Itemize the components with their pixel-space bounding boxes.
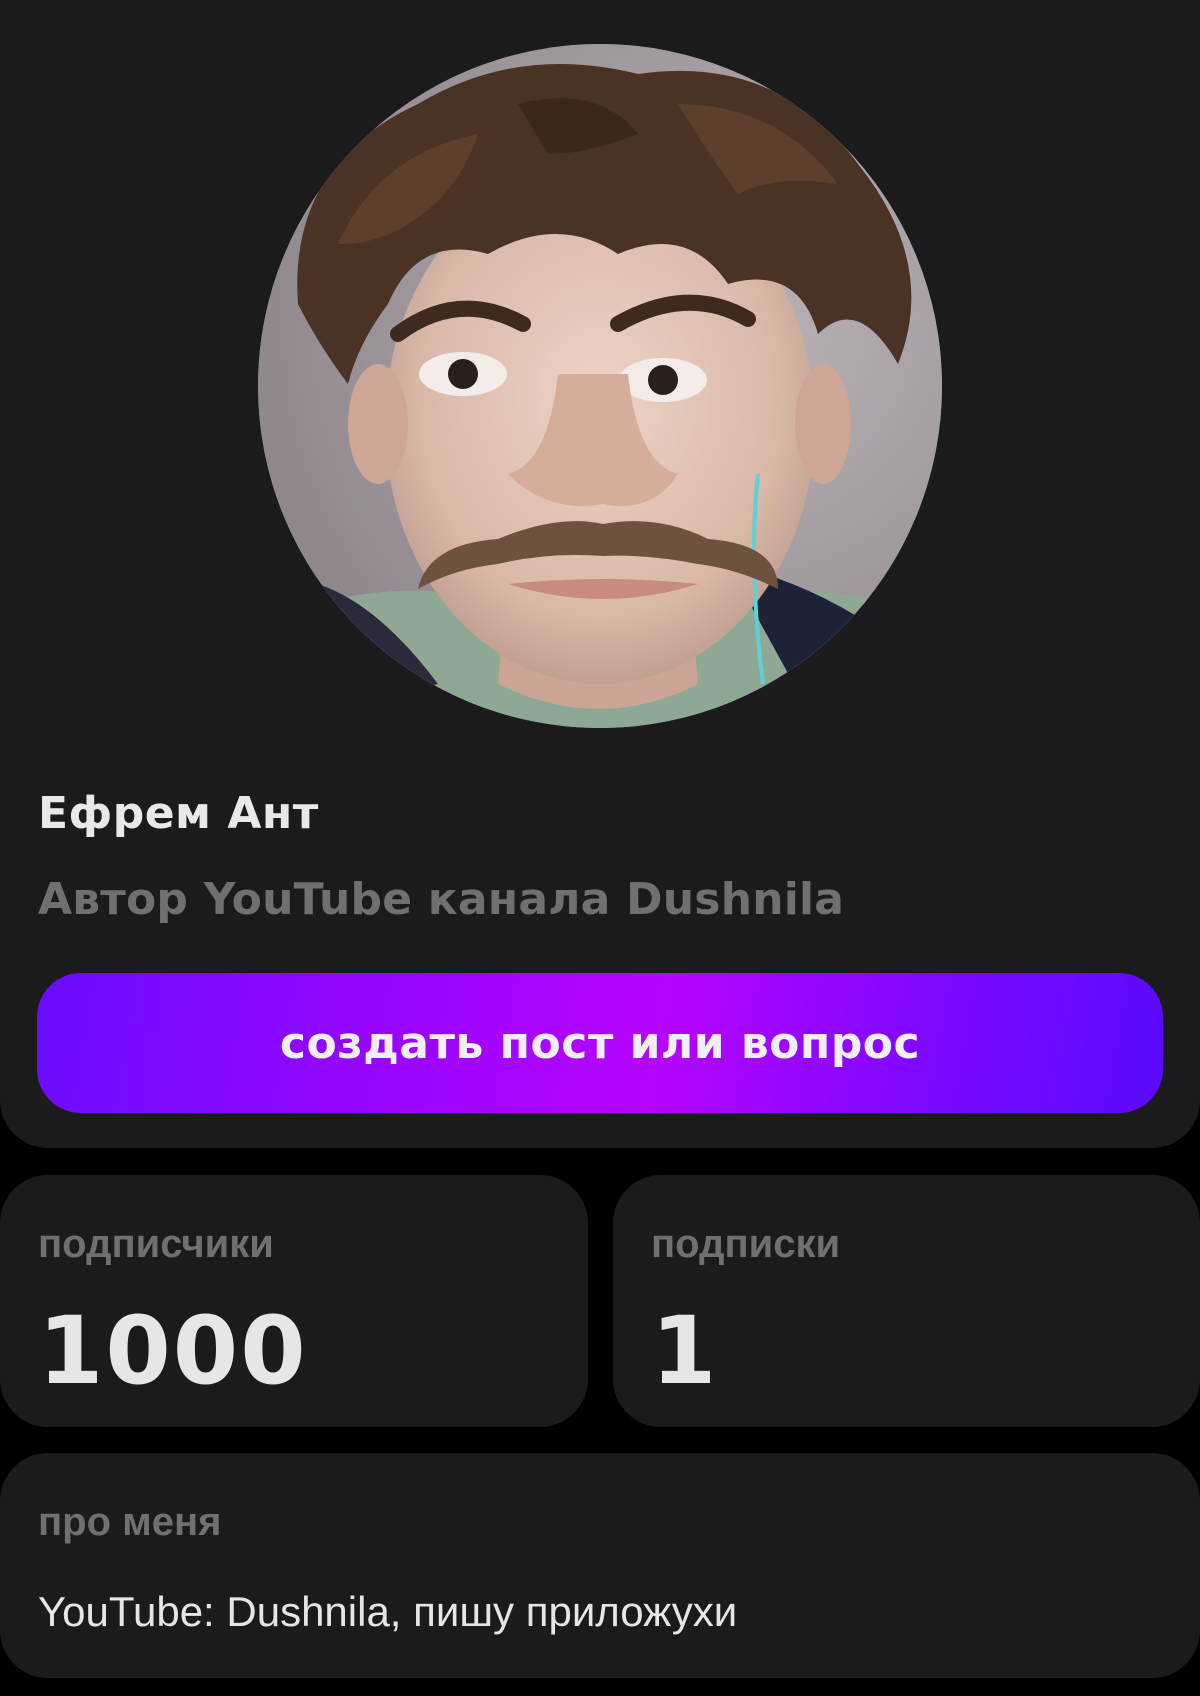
create-post-button[interactable]: создать пост или вопрос xyxy=(37,973,1163,1113)
about-text: YouTube: Dushnila, пишу приложухи xyxy=(38,1588,738,1635)
avatar-photo xyxy=(258,44,942,728)
followers-label: подписчики xyxy=(38,1222,274,1266)
profile-card: Ефрем Ант Автор YouTube канала Dushnila … xyxy=(0,0,1200,1148)
about-title: про меня xyxy=(38,1500,222,1544)
profile-bio: Автор YouTube канала Dushnila xyxy=(38,874,845,925)
about-card xyxy=(0,1453,1200,1678)
profile-name: Ефрем Ант xyxy=(38,788,319,839)
create-post-button-label: создать пост или вопрос xyxy=(279,1017,921,1069)
following-label: подписки xyxy=(651,1222,841,1266)
following-count: 1 xyxy=(651,1297,719,1406)
avatar[interactable] xyxy=(258,44,942,728)
followers-count: 1000 xyxy=(38,1297,308,1406)
